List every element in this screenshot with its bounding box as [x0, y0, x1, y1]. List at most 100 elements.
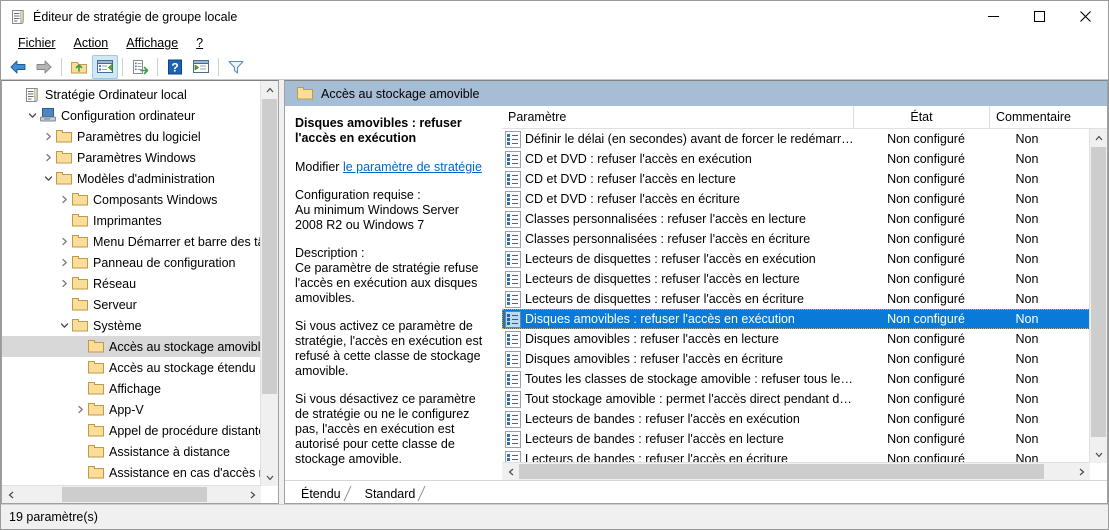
- table-row[interactable]: CD et DVD : refuser l'accès en écriture N…: [502, 189, 1090, 209]
- tab-standard-label: Standard: [364, 486, 416, 501]
- tree-expander[interactable]: [56, 315, 72, 336]
- table-row[interactable]: Toutes les classes de stockage amovible …: [502, 369, 1090, 389]
- tree-expander[interactable]: [40, 168, 56, 189]
- menu-help[interactable]: ?: [187, 34, 212, 52]
- tree-node[interactable]: App-V: [2, 399, 261, 420]
- menu-fichier-label: Fichier: [18, 36, 56, 50]
- tree-node-label: Serveur: [93, 297, 137, 312]
- tab-standard[interactable]: Standard: [355, 484, 430, 503]
- tree-node[interactable]: Accès au stockage amovible: [2, 336, 261, 357]
- row-state: Non configuré: [887, 272, 965, 286]
- scroll-right-arrow[interactable]: [244, 486, 261, 503]
- tab-divider-icon: [343, 485, 353, 502]
- up-folder-button[interactable]: [66, 55, 92, 79]
- table-row[interactable]: Lecteurs de bandes : refuser l'accès en …: [502, 409, 1090, 429]
- table-row[interactable]: Lecteurs de bandes : refuser l'accès en …: [502, 429, 1090, 449]
- list-scroll-left-arrow[interactable]: [502, 463, 519, 480]
- tree-node-label: Composants Windows: [93, 192, 218, 207]
- tree-node[interactable]: Stratégie Ordinateur local: [2, 84, 261, 105]
- row-comment: Non: [1015, 332, 1039, 346]
- table-row[interactable]: Classes personnalisées : refuser l'accès…: [502, 209, 1090, 229]
- tree-expander[interactable]: [56, 231, 72, 252]
- tree-horizontal-scrollbar[interactable]: [2, 485, 261, 503]
- table-row[interactable]: Disques amovibles : refuser l'accès en é…: [502, 349, 1090, 369]
- table-row[interactable]: Lecteurs de bandes : refuser l'accès en …: [502, 449, 1090, 463]
- edit-policy-setting-link[interactable]: le paramètre de stratégie: [343, 160, 482, 174]
- tree-node[interactable]: Paramètres Windows: [2, 147, 261, 168]
- forward-button[interactable]: [31, 55, 57, 79]
- tree-node[interactable]: Assistance à distance: [2, 441, 261, 462]
- close-button[interactable]: [1062, 1, 1108, 32]
- menu-fichier[interactable]: Fichier: [9, 34, 65, 52]
- tree-node[interactable]: Appel de procédure distante: [2, 420, 261, 441]
- scroll-up-arrow[interactable]: [261, 81, 278, 98]
- help-button[interactable]: ?: [162, 55, 188, 79]
- scroll-left-arrow[interactable]: [2, 486, 19, 503]
- row-comment: Non: [1015, 312, 1039, 326]
- table-row[interactable]: Classes personnalisées : refuser l'accès…: [502, 229, 1090, 249]
- row-state: Non configuré: [887, 152, 965, 166]
- table-row[interactable]: Lecteurs de disquettes : refuser l'accès…: [502, 249, 1090, 269]
- tree-node[interactable]: Configuration ordinateur: [2, 105, 261, 126]
- show-hide-tree-button[interactable]: [92, 54, 118, 79]
- menu-affichage[interactable]: Affichage: [117, 34, 187, 52]
- tree-expander[interactable]: [72, 399, 88, 420]
- list-vertical-scrollbar[interactable]: [1089, 129, 1107, 463]
- table-row[interactable]: Disques amovibles : refuser l'accès en l…: [502, 329, 1090, 349]
- tree-node[interactable]: Accès au stockage étendu: [2, 357, 261, 378]
- properties-button[interactable]: [188, 55, 214, 79]
- column-parametre[interactable]: Paramètre: [502, 106, 854, 128]
- tree-scroll-thumb[interactable]: [262, 99, 277, 394]
- tree-node[interactable]: Panneau de configuration: [2, 252, 261, 273]
- row-state: Non configuré: [887, 312, 965, 326]
- tree-node[interactable]: Système: [2, 315, 261, 336]
- table-row[interactable]: Tout stockage amovible : permet l'accès …: [502, 389, 1090, 409]
- tree-expander[interactable]: [40, 126, 56, 147]
- table-row[interactable]: Disques amovibles : refuser l'accès en e…: [502, 309, 1090, 329]
- policy-document-icon: [10, 9, 26, 25]
- tree-vertical-scrollbar[interactable]: [260, 81, 278, 486]
- tree-expander[interactable]: [40, 147, 56, 168]
- tree-node[interactable]: Composants Windows: [2, 189, 261, 210]
- table-row[interactable]: CD et DVD : refuser l'accès en exécution…: [502, 149, 1090, 169]
- table-row[interactable]: Lecteurs de disquettes : refuser l'accès…: [502, 289, 1090, 309]
- list-scroll-right-arrow[interactable]: [1073, 463, 1090, 480]
- filter-button[interactable]: [223, 55, 249, 79]
- tree-expander[interactable]: [56, 252, 72, 273]
- back-button[interactable]: [5, 55, 31, 79]
- tree-node[interactable]: Paramètres du logiciel: [2, 126, 261, 147]
- settings-list[interactable]: Définir le délai (en secondes) avant de …: [502, 129, 1107, 480]
- column-commentaire[interactable]: Commentaire: [990, 106, 1107, 128]
- tree-node[interactable]: Menu Démarrer et barre des tâch: [2, 231, 261, 252]
- tree-node[interactable]: Modèles d'administration: [2, 168, 261, 189]
- tree-node[interactable]: Imprimantes: [2, 210, 261, 231]
- list-horizontal-scrollbar[interactable]: [502, 462, 1090, 480]
- list-hscroll-thumb[interactable]: [519, 464, 1044, 479]
- tree-node[interactable]: Assistance en cas d'accès refu: [2, 462, 261, 483]
- tree-node-label: Menu Démarrer et barre des tâch: [93, 234, 261, 249]
- tree-expander[interactable]: [56, 273, 72, 294]
- tree-node[interactable]: Serveur: [2, 294, 261, 315]
- tree-node[interactable]: Affichage: [2, 378, 261, 399]
- maximize-button[interactable]: [1016, 1, 1062, 32]
- column-etat[interactable]: État: [854, 106, 990, 128]
- minimize-button[interactable]: [970, 1, 1016, 32]
- table-row[interactable]: CD et DVD : refuser l'accès en lecture No…: [502, 169, 1090, 189]
- menu-action[interactable]: Action: [65, 34, 118, 52]
- list-scroll-up-arrow[interactable]: [1090, 129, 1107, 146]
- row-comment: Non: [1015, 352, 1039, 366]
- scroll-down-arrow[interactable]: [261, 469, 278, 486]
- tree-expander[interactable]: [24, 105, 40, 126]
- tree-node[interactable]: Réseau: [2, 273, 261, 294]
- table-row[interactable]: Définir le délai (en secondes) avant de …: [502, 129, 1090, 149]
- export-list-button[interactable]: [127, 55, 153, 79]
- tab-etendu[interactable]: Étendu: [291, 484, 355, 503]
- tree-view[interactable]: Stratégie Ordinateur local Configuration …: [2, 81, 278, 503]
- list-scroll-thumb[interactable]: [1091, 147, 1106, 437]
- modify-line: Modifier le paramètre de stratégie: [295, 160, 486, 175]
- list-scroll-down-arrow[interactable]: [1090, 446, 1107, 463]
- folder-icon: [72, 234, 88, 250]
- tree-expander[interactable]: [56, 189, 72, 210]
- tree-hscroll-thumb[interactable]: [62, 487, 207, 502]
- table-row[interactable]: Lecteurs de disquettes : refuser l'accès…: [502, 269, 1090, 289]
